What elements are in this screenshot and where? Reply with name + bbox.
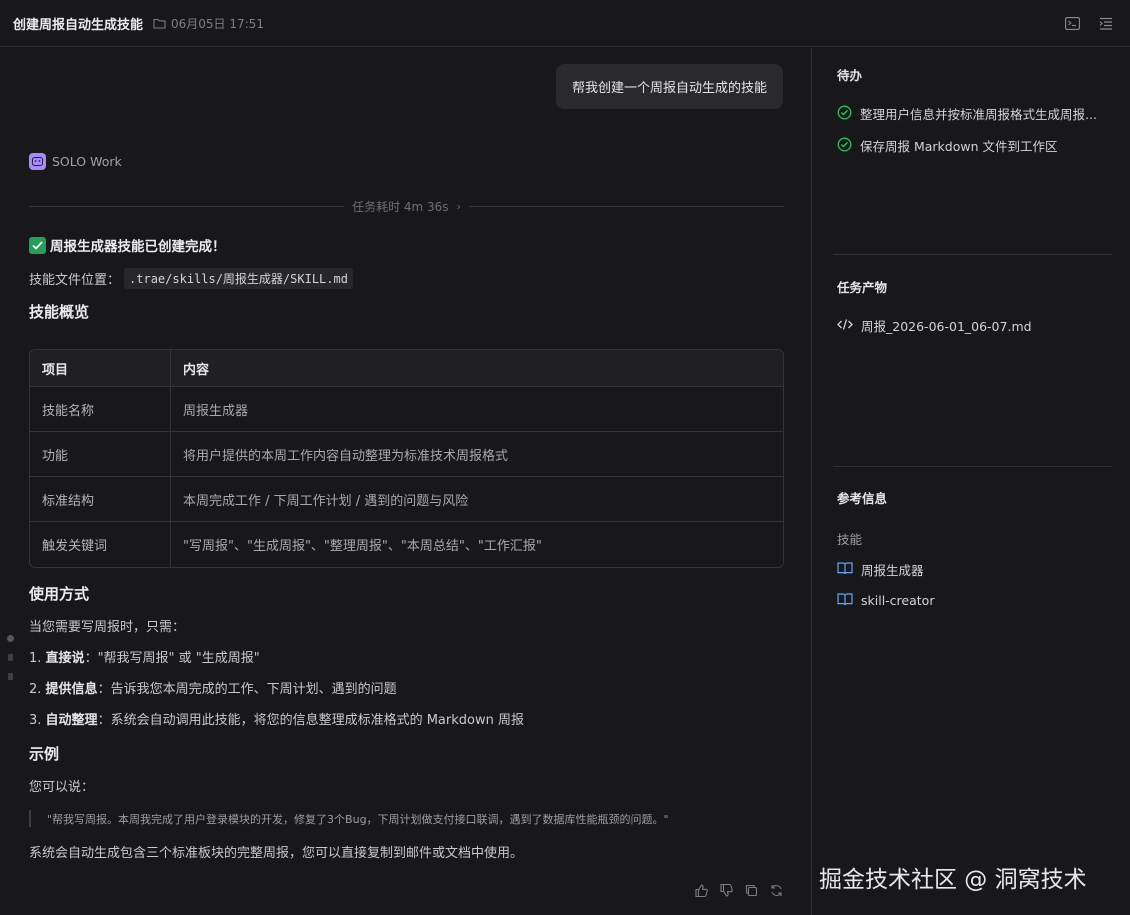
example-intro: 您可以说：	[29, 780, 95, 795]
table-cell: 周报生成器	[171, 387, 783, 432]
artifact-file-name: 周报_2026-06-01_06-07.md	[861, 319, 1032, 334]
task-duration-divider[interactable]: 任务耗时 4m 36s ›	[29, 198, 785, 215]
table-cell: 将用户提供的本周工作内容自动整理为标准技术周报格式	[171, 432, 783, 477]
thumbs-up-icon[interactable]	[694, 883, 709, 898]
step-text: ：系统会自动调用此技能，将您的信息整理成标准格式的 Markdown 周报	[97, 713, 524, 728]
step-bold: 提供信息	[45, 682, 98, 697]
agent-response: 周报生成器技能已创建完成！ 技能文件位置： .trae/skills/周报生成器…	[29, 235, 784, 861]
todo-label: 整理用户信息并按标准周报格式生成周报...	[860, 107, 1097, 122]
top-bar: 创建周报自动生成技能 06月05日 17:51	[0, 0, 1130, 47]
file-location: 技能文件位置： .trae/skills/周报生成器/SKILL.md	[29, 267, 784, 289]
skill-reference[interactable]: skill-creator	[837, 592, 934, 609]
table-cell: 功能	[30, 432, 171, 477]
refresh-icon[interactable]	[769, 883, 784, 898]
chevron-right-icon: ›	[456, 199, 461, 213]
step-number: 3.	[29, 713, 46, 728]
conversation-title: 创建周报自动生成技能	[13, 17, 144, 33]
closing-text: 系统会自动生成包含三个标准板块的完整周报，您可以直接复制到邮件或文档中使用。	[29, 846, 524, 861]
table-cell: 标准结构	[30, 477, 171, 522]
scroll-indicator[interactable]	[7, 635, 14, 680]
table-cell: 本周完成工作 / 下周工作计划 / 遇到的问题与风险	[171, 477, 783, 522]
skill-reference[interactable]: 周报生成器	[837, 560, 924, 579]
table-row: 技能名称 周报生成器	[30, 387, 783, 432]
agent-name: SOLO Work	[52, 154, 122, 169]
section-divider	[833, 254, 1112, 255]
todo-item[interactable]: 整理用户信息并按标准周报格式生成周报...	[837, 104, 1097, 123]
folder-icon	[153, 18, 166, 29]
step-text: ：告诉我您本周完成的工作、下周计划、遇到的问题	[97, 682, 397, 697]
message-actions	[694, 883, 784, 898]
artifacts-title: 任务产物	[837, 280, 888, 295]
thumbs-down-icon[interactable]	[719, 883, 734, 898]
table-header-row: 项目 内容	[30, 350, 783, 387]
skill-name: 周报生成器	[861, 563, 924, 578]
table-cell: "写周报"、"生成周报"、"整理周报"、"本周总结"、"工作汇报"	[183, 539, 542, 554]
table-header-content: 内容	[171, 350, 783, 387]
usage-intro: 当您需要写周报时，只需：	[29, 620, 186, 635]
step-bold: 直接说	[45, 651, 85, 666]
agent-badge-icon	[29, 153, 46, 170]
table-row: 标准结构 本周完成工作 / 下周工作计划 / 遇到的问题与风险	[30, 477, 783, 522]
artifact-file[interactable]: 周报_2026-06-01_06-07.md	[837, 316, 1032, 335]
scroll-dot[interactable]	[8, 673, 13, 680]
table-header-item: 项目	[30, 350, 171, 387]
check-circle-icon	[837, 105, 852, 123]
step-number: 1.	[29, 651, 46, 666]
book-icon	[837, 561, 853, 578]
scroll-dot[interactable]	[7, 635, 14, 642]
file-location-path: .trae/skills/周报生成器/SKILL.md	[124, 267, 353, 289]
user-message: 帮我创建一个周报自动生成的技能	[555, 64, 783, 109]
example-heading: 示例	[29, 745, 60, 763]
usage-step: 3. 自动整理：系统会自动调用此技能，将您的信息整理成标准格式的 Markdow…	[29, 709, 784, 728]
usage-heading: 使用方式	[29, 585, 90, 603]
panel-toggle-icon[interactable]	[1098, 15, 1114, 31]
agent-tag: SOLO Work	[29, 153, 122, 170]
usage-step: 1. 直接说："帮我写周报" 或 "生成周报"	[29, 647, 784, 666]
step-text: ："帮我写周报" 或 "生成周报"	[84, 651, 260, 666]
task-duration[interactable]: 任务耗时 4m 36s	[344, 198, 456, 215]
skills-label: 技能	[837, 532, 863, 547]
check-mark-icon	[29, 236, 46, 254]
conversation-date: 06月05日 17:51	[171, 16, 264, 31]
skill-overview-table: 项目 内容 技能名称 周报生成器 功能 将用户提供的本周工作内容自动整理为标准技…	[29, 349, 784, 568]
terminal-icon[interactable]	[1064, 15, 1080, 31]
file-location-label: 技能文件位置：	[29, 272, 121, 288]
table-row: 触发关键词 "写周报"、"生成周报"、"整理周报"、"本周总结"、"工作汇报"	[30, 522, 783, 567]
right-sidebar: 待办 整理用户信息并按标准周报格式生成周报... 保存周报 Markdown 文…	[813, 48, 1130, 915]
table-cell: 技能名称	[30, 387, 171, 432]
chat-panel: 帮我创建一个周报自动生成的技能 SOLO Work 任务耗时 4m 36s › …	[0, 48, 812, 915]
table-cell: 触发关键词	[30, 522, 171, 567]
skill-name: skill-creator	[861, 593, 935, 608]
code-icon	[837, 318, 853, 334]
check-circle-icon	[837, 137, 852, 155]
step-number: 2.	[29, 682, 46, 697]
step-bold: 自动整理	[45, 713, 98, 728]
table-row: 功能 将用户提供的本周工作内容自动整理为标准技术周报格式	[30, 432, 783, 477]
todo-item[interactable]: 保存周报 Markdown 文件到工作区	[837, 136, 1058, 155]
done-heading: 周报生成器技能已创建完成！	[29, 235, 784, 255]
example-quote: "帮我写周报。本周我完成了用户登录模块的开发，修复了3个Bug，下周计划做支付接…	[29, 810, 784, 827]
watermark: 掘金技术社区 @ 洞窝技术	[819, 867, 1087, 893]
scroll-dot[interactable]	[8, 654, 13, 661]
usage-step: 2. 提供信息：告诉我您本周完成的工作、下周计划、遇到的问题	[29, 678, 784, 697]
done-title: 周报生成器技能已创建完成！	[50, 239, 226, 255]
overview-heading: 技能概览	[29, 303, 90, 321]
reference-title: 参考信息	[837, 491, 888, 506]
todo-label: 保存周报 Markdown 文件到工作区	[860, 139, 1058, 154]
todo-title: 待办	[837, 68, 863, 83]
section-divider	[833, 466, 1112, 467]
book-icon	[837, 592, 853, 609]
copy-icon[interactable]	[744, 883, 759, 898]
